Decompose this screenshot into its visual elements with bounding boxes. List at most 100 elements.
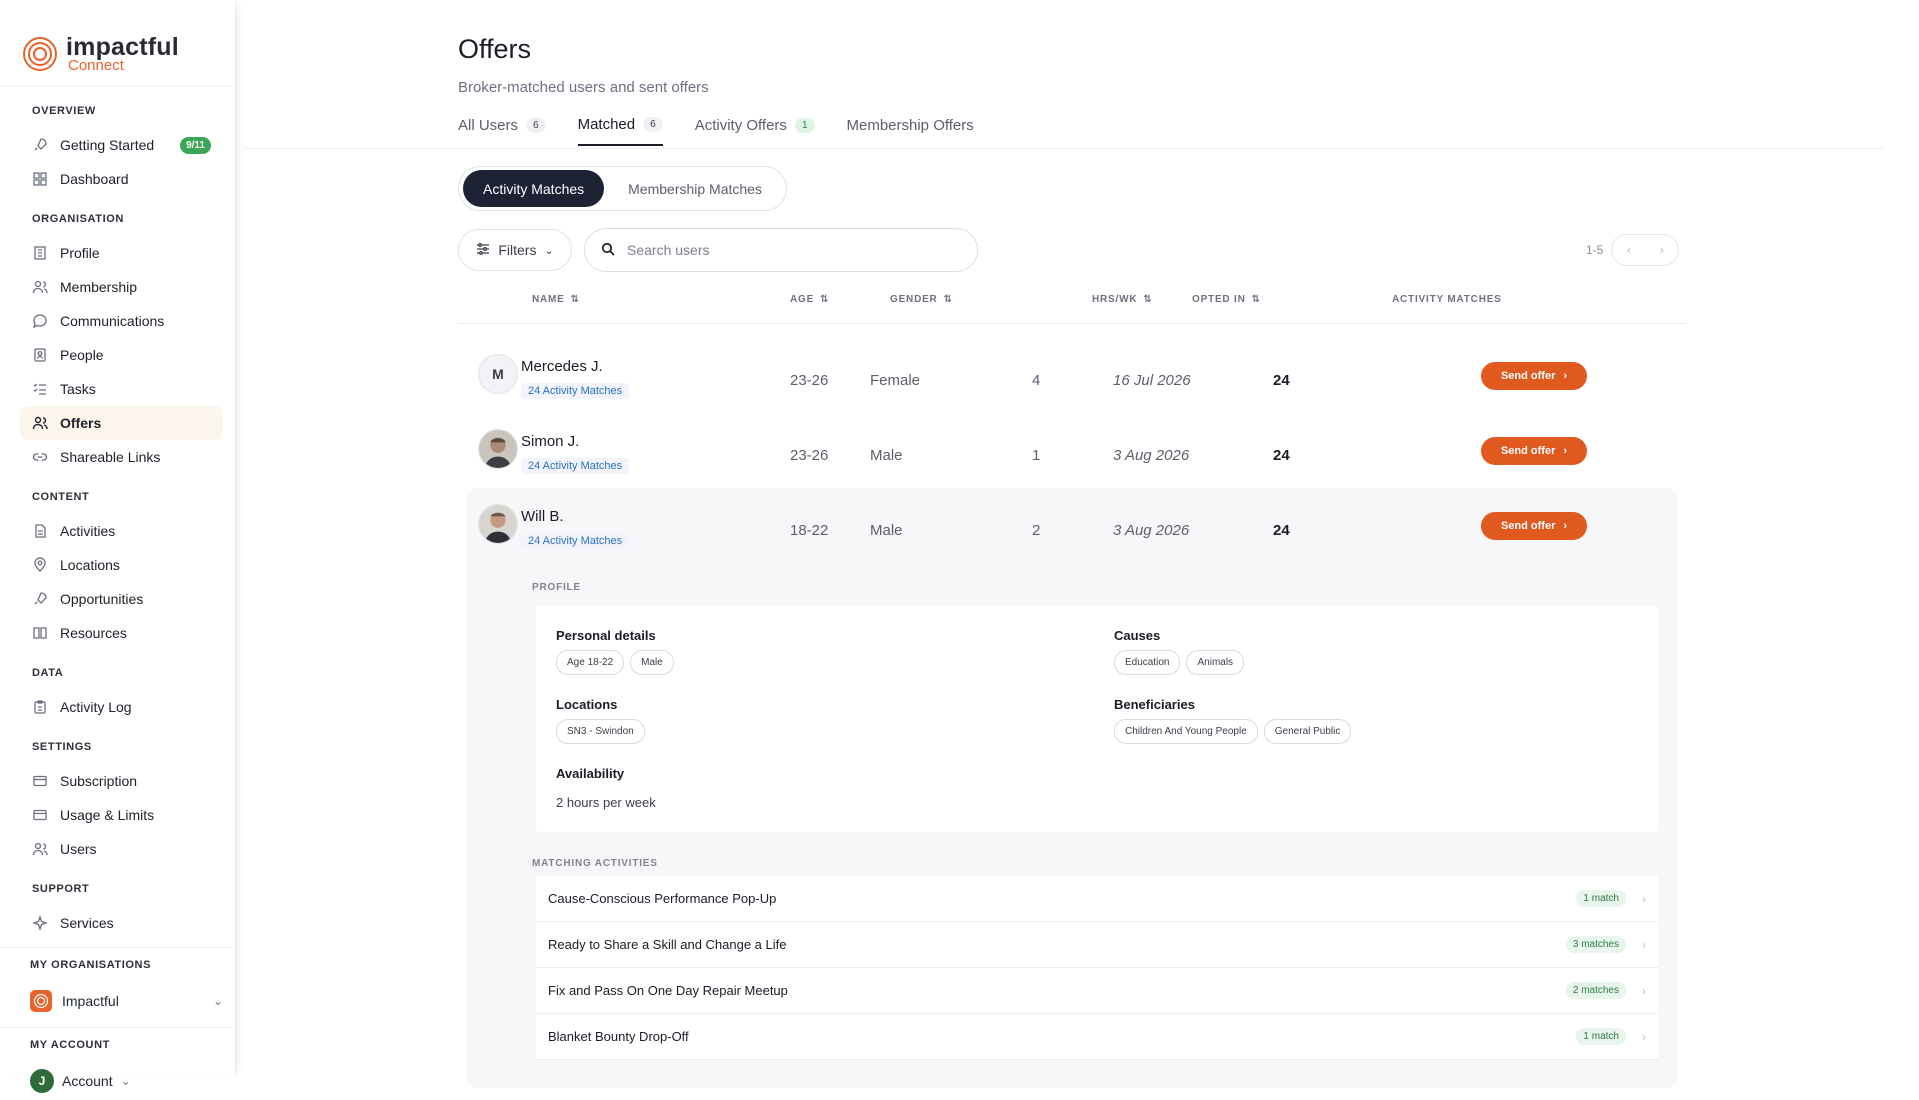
column-header-age[interactable]: AGE ⇅ xyxy=(790,294,829,305)
column-header-name[interactable]: NAME ⇅ xyxy=(532,294,580,305)
sidebar-item-users[interactable]: Users xyxy=(20,832,223,866)
segment-membership-matches[interactable]: Membership Matches xyxy=(608,170,782,207)
tab-all-users[interactable]: All Users 6 xyxy=(458,116,546,146)
user-photo-icon xyxy=(479,505,517,543)
page-title: Offers xyxy=(458,34,532,64)
activity-matches-link[interactable]: 24 Activity Matches xyxy=(521,458,630,474)
column-header-opted-in[interactable]: OPTED IN ⇅ xyxy=(1192,294,1261,305)
org-name: Impactful xyxy=(62,993,119,1009)
sidebar-item-services[interactable]: Services xyxy=(20,906,223,940)
sidebar-item-label: Users xyxy=(60,841,97,857)
chevron-right-icon: › xyxy=(1563,445,1568,457)
sidebar-item-label: Subscription xyxy=(60,773,138,789)
sidebar-item-opportunities[interactable]: Opportunities xyxy=(20,582,223,616)
list-item[interactable]: Cause-Conscious Performance Pop-Up 1 mat… xyxy=(536,876,1658,922)
list-item[interactable]: Fix and Pass On One Day Repair Meetup 2 … xyxy=(536,968,1658,1014)
sidebar-item-usage-limits[interactable]: Usage & Limits xyxy=(20,798,223,832)
chip: Education xyxy=(1114,650,1181,675)
chevron-right-icon[interactable]: › xyxy=(1660,243,1664,257)
org-switcher[interactable]: Impactful ⌄ xyxy=(30,982,223,1020)
sidebar-item-profile[interactable]: Profile xyxy=(20,236,223,270)
checklist-icon xyxy=(32,381,48,397)
hours-cell: 2 xyxy=(1032,522,1041,539)
expanded-profile-panel: PROFILE Personal details Age 18-22 Male … xyxy=(466,488,1678,1088)
sidebar-item-getting-started[interactable]: Getting Started 9/11 xyxy=(20,128,223,162)
search-field[interactable] xyxy=(584,228,978,272)
table-row[interactable]: Will B. 24 Activity Matches 18-22 Male 2… xyxy=(458,500,1686,574)
dashboard-icon xyxy=(32,171,48,187)
tab-matched[interactable]: Matched 6 xyxy=(577,116,663,146)
match-count-badge: 2 matches xyxy=(1565,982,1626,999)
beneficiaries-label: Beneficiaries xyxy=(1114,697,1195,712)
tab-label: Membership Offers xyxy=(846,117,974,134)
age-cell: 18-22 xyxy=(790,522,829,539)
list-item[interactable]: Blanket Bounty Drop-Off 1 match › xyxy=(536,1014,1658,1060)
sidebar-item-offers[interactable]: Offers xyxy=(20,406,223,440)
match-count-badge: 3 matches xyxy=(1565,936,1626,953)
chip: SN3 - Swindon xyxy=(556,719,645,744)
send-offer-button[interactable]: Send offer › xyxy=(1481,362,1587,390)
tab-membership-offers[interactable]: Membership Offers xyxy=(847,116,974,146)
match-count-badge: 1 match xyxy=(1576,890,1626,907)
sidebar-item-people[interactable]: People xyxy=(20,338,223,372)
hours-cell: 1 xyxy=(1032,447,1041,464)
chevron-right-icon: › xyxy=(1563,520,1568,532)
gender-cell: Female xyxy=(870,372,921,389)
chevron-left-icon[interactable]: ‹ xyxy=(1627,243,1631,257)
profile-card: Personal details Age 18-22 Male Causes E… xyxy=(536,606,1658,832)
send-offer-button[interactable]: Send offer › xyxy=(1481,512,1587,540)
sort-icon: ⇅ xyxy=(570,294,580,305)
send-offer-button[interactable]: Send offer › xyxy=(1481,437,1587,465)
user-name[interactable]: Simon J. xyxy=(521,433,579,450)
sidebar-item-activities[interactable]: Activities xyxy=(20,514,223,548)
column-header-gender[interactable]: GENDER ⇅ xyxy=(890,294,953,305)
user-name[interactable]: Will B. xyxy=(521,508,564,525)
segment-activity-matches[interactable]: Activity Matches xyxy=(463,170,605,207)
table-row[interactable]: Simon J. 24 Activity Matches 23-26 Male … xyxy=(458,425,1686,499)
sidebar-item-subscription[interactable]: Subscription xyxy=(20,764,223,798)
locations-chips: SN3 - Swindon xyxy=(556,719,645,744)
page-subtitle: Broker-matched users and sent offers xyxy=(458,79,709,96)
user-name[interactable]: Mercedes J. xyxy=(521,358,603,375)
nav-section-overview: OVERVIEW xyxy=(32,105,96,117)
account-menu[interactable]: J Account ⌄ xyxy=(30,1062,223,1100)
filters-button[interactable]: Filters ⌄ xyxy=(458,229,572,271)
brand-logo[interactable]: impactful Connect xyxy=(0,0,235,86)
org-logo-icon xyxy=(30,990,52,1012)
sidebar-item-locations[interactable]: Locations xyxy=(20,548,223,582)
activity-name: Fix and Pass On One Day Repair Meetup xyxy=(548,983,788,998)
causes-label: Causes xyxy=(1114,628,1161,643)
sidebar-item-label: Activity Log xyxy=(60,699,132,715)
activity-matches-link[interactable]: 24 Activity Matches xyxy=(521,533,630,549)
nav-section-support: SUPPORT xyxy=(32,883,90,895)
tab-count: 6 xyxy=(643,117,663,132)
sidebar-item-label: Locations xyxy=(60,557,120,573)
locations-label: Locations xyxy=(556,697,618,712)
search-input[interactable] xyxy=(627,242,947,258)
sidebar-item-tasks[interactable]: Tasks xyxy=(20,372,223,406)
column-header-hrs[interactable]: HRS/WK ⇅ xyxy=(1092,294,1153,305)
avatar xyxy=(478,429,518,469)
nav-section-settings: SETTINGS xyxy=(32,741,92,753)
book-icon xyxy=(32,625,48,641)
list-item[interactable]: Ready to Share a Skill and Change a Life… xyxy=(536,922,1658,968)
nav-section-data: DATA xyxy=(32,667,64,679)
sidebar-item-dashboard[interactable]: Dashboard xyxy=(20,162,223,196)
column-label: HRS/WK xyxy=(1092,294,1138,305)
sidebar-item-membership[interactable]: Membership xyxy=(20,270,223,304)
chip: Animals xyxy=(1186,650,1245,675)
causes-chips: Education Animals xyxy=(1114,650,1245,675)
tab-activity-offers[interactable]: Activity Offers 1 xyxy=(695,116,815,146)
matching-activities-list: Cause-Conscious Performance Pop-Up 1 mat… xyxy=(536,876,1658,1060)
tab-label: Activity Offers xyxy=(694,117,787,134)
sidebar-item-shareable-links[interactable]: Shareable Links xyxy=(20,440,223,474)
rocket-icon xyxy=(32,137,48,153)
sidebar-item-resources[interactable]: Resources xyxy=(20,616,223,650)
matches-cell: 24 xyxy=(1273,522,1290,539)
sidebar-item-activity-log[interactable]: Activity Log xyxy=(20,690,223,724)
header-divider xyxy=(458,323,1686,324)
activity-matches-link[interactable]: 24 Activity Matches xyxy=(521,383,630,399)
chevron-right-icon: › xyxy=(1642,937,1646,952)
table-row[interactable]: M Mercedes J. 24 Activity Matches 23-26 … xyxy=(458,350,1686,424)
sidebar-item-communications[interactable]: Communications xyxy=(20,304,223,338)
